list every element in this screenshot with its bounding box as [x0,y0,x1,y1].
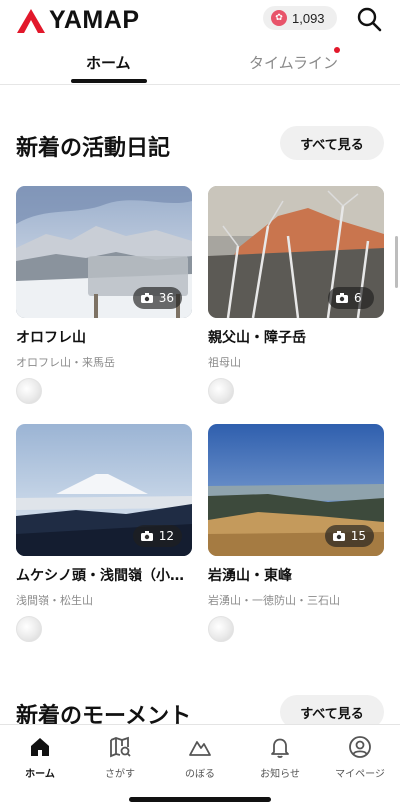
nav-search-label: さがす [105,769,135,780]
activity-card[interactable]: 6 親父山・障子岳 祖母山 [208,186,384,404]
avatar[interactable] [16,378,42,404]
user-icon [349,736,371,758]
timeline-notification-dot [334,47,340,53]
photo-count: 15 [350,529,366,543]
photo-count: 6 [354,291,362,305]
activity-card[interactable]: 15 岩湧山・東峰 岩湧山・一徳防山・三石山 [208,424,384,642]
nav-notifications[interactable]: お知らせ [240,735,320,780]
nav-mypage[interactable]: マイページ [320,735,400,780]
scrollbar[interactable] [395,236,398,288]
activity-photo[interactable]: 6 [208,186,384,318]
activity-title[interactable]: 岩湧山・東峰 [208,565,384,585]
photo-count-badge: 12 [132,525,182,547]
home-icon [31,738,49,756]
nav-climb-label: のぼる [185,769,215,780]
nav-home[interactable]: ホーム [0,735,80,780]
camera-icon [336,293,348,303]
tab-home[interactable]: ホーム [86,52,131,73]
photo-count-badge: 36 [132,287,182,309]
yamap-logo[interactable]: YAMAP [16,6,140,35]
activity-photo[interactable]: 36 [16,186,192,318]
activity-section-title: 新着の活動日記 [16,136,171,161]
search-icon[interactable] [356,6,382,32]
activity-see-all-button[interactable]: すべて見る [280,126,384,160]
activity-title[interactable]: 親父山・障子岳 [208,327,384,347]
nav-mypage-label: マイページ [335,769,385,780]
activity-card[interactable]: 36 オロフレ山 オロフレ山・来馬岳 [16,186,192,404]
nav-search[interactable]: さがす [80,735,160,780]
nav-notifications-label: お知らせ [260,769,300,780]
nav-climb[interactable]: のぼる [160,735,240,780]
points-value: 1,093 [292,10,325,26]
home-indicator[interactable] [129,797,271,802]
logo-mountain-icon [17,8,45,33]
photo-count-badge: 15 [324,525,374,547]
avatar[interactable] [16,616,42,642]
photo-count-badge: 6 [328,287,374,309]
avatar[interactable] [208,616,234,642]
camera-icon [332,531,345,541]
photo-count: 36 [158,291,174,305]
activity-mountains: オロフレ山・来馬岳 [16,356,115,369]
tab-bar: ホーム タイムライン [0,40,400,85]
activity-title[interactable]: ムケシノ頭・浅間嶺（小… [16,565,192,585]
activity-card[interactable]: 12 ムケシノ頭・浅間嶺（小… 浅間嶺・松生山 [16,424,192,642]
camera-icon [140,531,153,541]
activity-photo[interactable]: 15 [208,424,384,556]
avatar[interactable] [208,378,234,404]
camera-icon [140,293,153,303]
bell-icon [271,738,289,758]
tab-timeline[interactable]: タイムライン [249,52,338,73]
activity-title[interactable]: オロフレ山 [16,327,192,347]
activity-photo[interactable]: 12 [16,424,192,556]
mountain-icon [189,741,211,756]
nav-home-label: ホーム [25,769,55,780]
yamap-point-icon: ✿ [271,10,287,26]
activity-mountains: 浅間嶺・松生山 [16,594,93,607]
app-header: YAMAP ✿ 1,093 [0,0,400,40]
map-search-icon [110,736,131,758]
photo-count: 12 [158,529,174,543]
active-tab-indicator [71,79,147,83]
points-badge[interactable]: ✿ 1,093 [263,6,337,30]
activity-mountains: 祖母山 [208,356,241,369]
logo-text: YAMAP [49,6,140,34]
activity-mountains: 岩湧山・一徳防山・三石山 [208,594,340,607]
